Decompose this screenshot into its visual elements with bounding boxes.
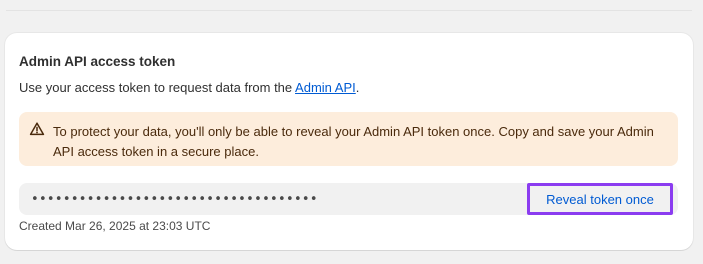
warning-triangle-icon [29, 121, 45, 137]
card-title: Admin API access token [19, 54, 176, 69]
warning-text: To protect your data, you'll only be abl… [53, 124, 654, 159]
description-suffix: . [355, 80, 360, 95]
top-divider [6, 10, 692, 11]
admin-api-link[interactable]: Admin API [295, 80, 356, 95]
created-timestamp: Created Mar 26, 2025 at 23:03 UTC [19, 219, 211, 233]
warning-banner: To protect your data, you'll only be abl… [19, 112, 678, 166]
description-prefix: Use your access token to request data fr… [19, 80, 296, 95]
reveal-token-button[interactable]: Reveal token once [527, 183, 673, 215]
card-description: Use your access token to request data fr… [19, 80, 359, 95]
token-field: •••••••••••••••••••••••••••••••••••• Rev… [19, 183, 678, 215]
admin-api-token-card: Admin API access token Use your access t… [5, 33, 693, 250]
masked-token: •••••••••••••••••••••••••••••••••••• [31, 192, 318, 207]
